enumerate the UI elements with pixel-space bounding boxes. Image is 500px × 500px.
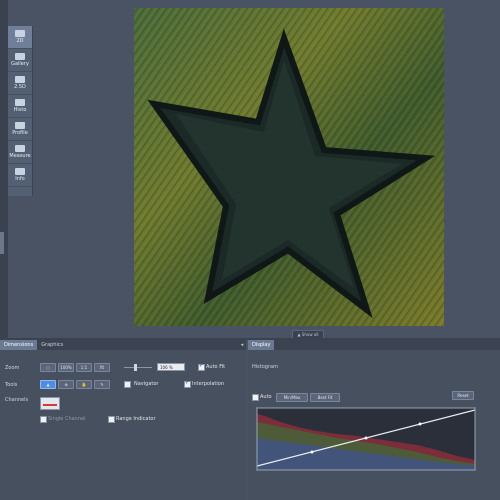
zoom-slider-knob[interactable] <box>134 364 137 371</box>
gallery-icon <box>15 53 25 60</box>
histogram-graph <box>257 408 475 470</box>
histogram-plot[interactable] <box>256 407 476 471</box>
tab-display[interactable]: Display <box>248 340 275 350</box>
image-viewer[interactable] <box>134 8 444 326</box>
tools-label: Tools <box>5 382 18 388</box>
profile-icon <box>15 122 25 129</box>
view-tab-info[interactable]: Info <box>8 164 32 187</box>
range-indicator-checkbox[interactable] <box>108 416 115 423</box>
tab-graphics[interactable]: Graphics <box>37 340 67 350</box>
histogram-icon <box>15 99 25 106</box>
histogram-title: Histogram <box>252 364 278 370</box>
right-panel-tabbar: Display <box>248 340 500 350</box>
range-indicator-label: Range Indicator <box>116 416 156 422</box>
dimensions-panel: Dimensions Graphics ◂ Zoom ○ 100% 1:1 fi… <box>0 340 246 500</box>
side-panel-handle[interactable] <box>0 232 4 254</box>
pointer-tool-button[interactable]: ▲ <box>40 380 56 389</box>
view-tab-profile[interactable]: Profile <box>8 118 32 141</box>
panel-menu-icon[interactable]: ◂ <box>238 340 246 350</box>
view-tab-measure[interactable]: Measure <box>8 141 32 164</box>
zoom-button-0[interactable]: ○ <box>40 363 56 372</box>
zoom-button-1to1[interactable]: 1:1 <box>76 363 92 372</box>
info-icon <box>15 168 25 175</box>
2d-icon <box>15 30 25 37</box>
zoom-tool-button[interactable]: ⊕ <box>58 380 74 389</box>
auto-label: Auto <box>260 394 272 400</box>
auto-checkbox[interactable] <box>252 394 259 401</box>
zoom-button-100[interactable]: 100% <box>58 363 74 372</box>
reset-button[interactable]: Reset <box>452 391 474 400</box>
view-tabs: 2D Gallery 2.5D Histo Profile Measure In… <box>8 26 33 196</box>
zoom-button-fit[interactable]: fit <box>94 363 110 372</box>
view-tab-2-5d[interactable]: 2.5D <box>8 72 32 95</box>
navigator-label: Navigator <box>134 381 159 387</box>
auto-fit-checkbox[interactable] <box>198 363 205 371</box>
surface-icon <box>15 76 25 83</box>
pan-tool-button[interactable]: ✋ <box>76 380 92 389</box>
minmax-button[interactable]: Min/Max <box>276 393 308 402</box>
view-tab-histo[interactable]: Histo <box>8 95 32 118</box>
auto-fit-label: Auto Fit <box>206 364 226 370</box>
view-tab-gallery[interactable]: Gallery <box>8 49 32 72</box>
single-channel-label: Single Channel <box>48 416 86 422</box>
zoom-slider[interactable] <box>124 367 152 368</box>
left-panel-tabbar: Dimensions Graphics ◂ <box>0 340 246 350</box>
bestfit-button[interactable]: Best Fit <box>310 393 340 402</box>
channel-1-color <box>43 404 57 406</box>
interpolation-checkbox[interactable] <box>184 380 191 388</box>
view-tab-2d[interactable]: 2D <box>8 26 32 49</box>
tab-dimensions[interactable]: Dimensions <box>0 340 38 350</box>
measure-icon <box>15 145 25 152</box>
zoom-value-field[interactable]: 106 % <box>157 363 185 371</box>
channel-1-swatch[interactable] <box>40 397 60 410</box>
display-panel: Display Histogram Auto Min/Max Best Fit … <box>248 340 500 500</box>
interpolation-label: Interpolation <box>192 381 224 387</box>
single-channel-checkbox[interactable] <box>40 416 47 423</box>
pen-tool-button[interactable]: ✎ <box>94 380 110 389</box>
micrograph-image <box>134 8 444 326</box>
navigator-checkbox[interactable] <box>124 381 131 388</box>
channels-label: Channels <box>5 397 29 403</box>
zoom-label: Zoom <box>5 365 20 371</box>
